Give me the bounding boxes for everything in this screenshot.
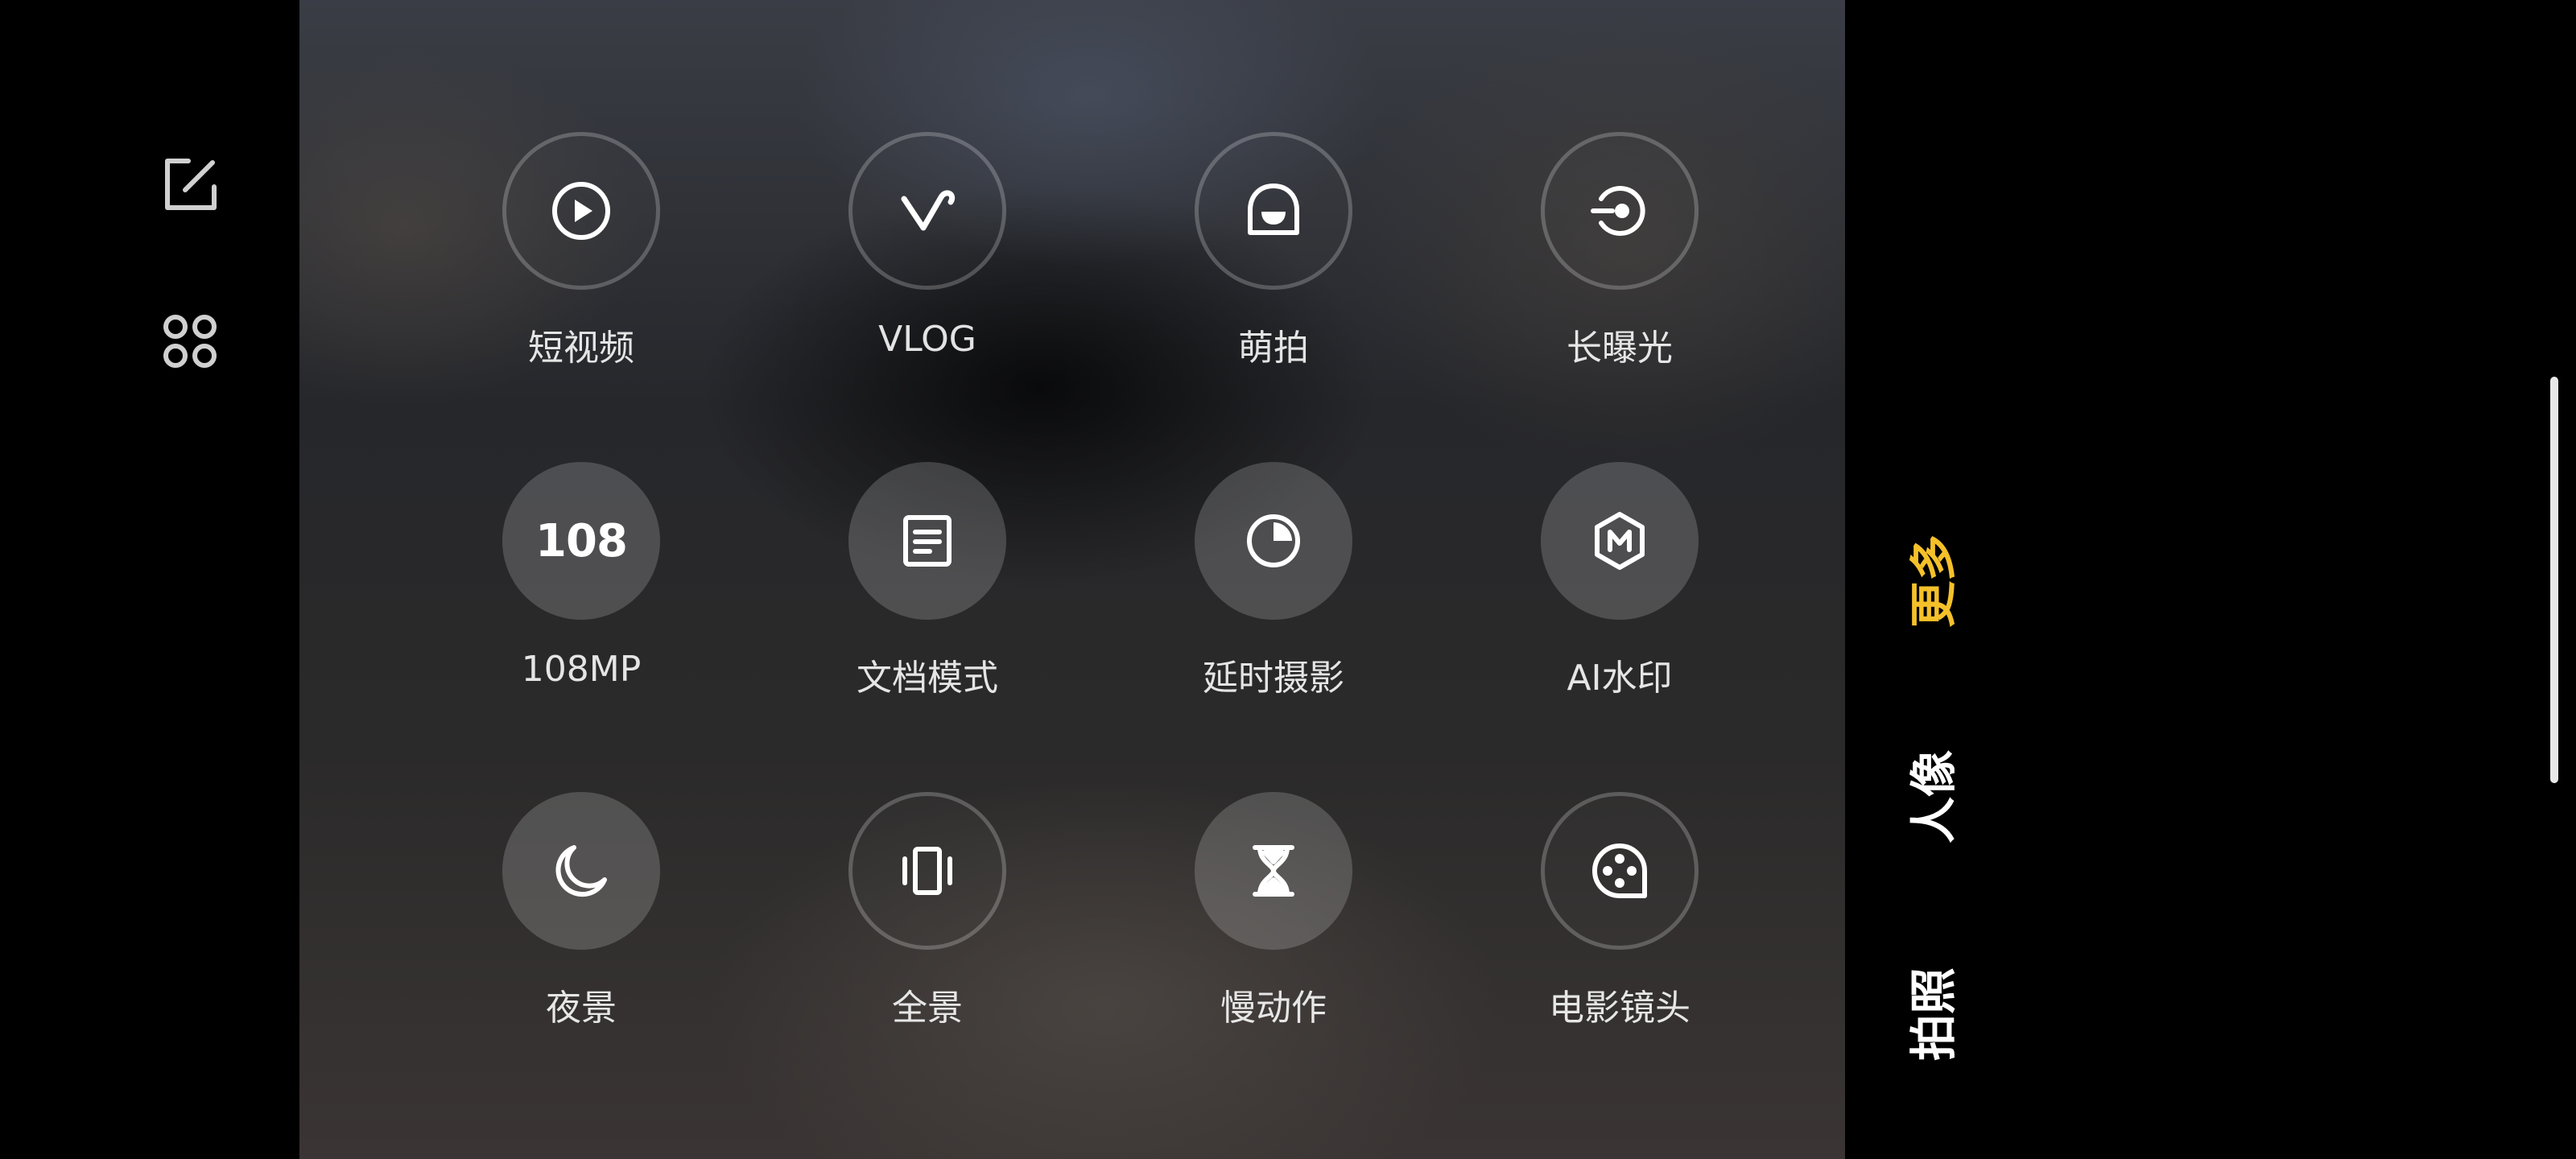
mode-ai-watermark[interactable]: AI水印	[1515, 462, 1724, 752]
mode-vlog[interactable]: VLOG	[823, 132, 1032, 422]
tab-portrait[interactable]: 人像	[1893, 740, 1966, 853]
mode-circle[interactable]	[848, 462, 1006, 620]
108-icon: 108	[535, 514, 628, 567]
mode-cinematic[interactable]: 电影镜头	[1515, 792, 1724, 1082]
long-exposure-icon	[1591, 186, 1645, 236]
mode-label: 萌拍	[1238, 328, 1309, 369]
tab-label: 更多	[1906, 534, 1962, 629]
mode-circle[interactable]: 108	[502, 462, 660, 620]
mode-label: 短视频	[528, 328, 634, 369]
play-icon	[552, 182, 610, 240]
mode-slow-motion[interactable]: 慢动作	[1169, 792, 1378, 1082]
mode-short-video[interactable]: 短视频	[477, 132, 686, 422]
mode-document[interactable]: 文档模式	[823, 462, 1032, 752]
mode-label: 夜景	[546, 988, 617, 1029]
mode-label: 108MP	[521, 649, 642, 690]
mode-night[interactable]: 夜景	[477, 792, 686, 1082]
panorama-icon	[902, 847, 952, 895]
tab-label: 人像	[1906, 749, 1962, 844]
mode-cute-shot[interactable]: 萌拍	[1169, 132, 1378, 422]
mode-circle[interactable]	[848, 132, 1006, 290]
mode-label: VLOG	[878, 319, 976, 360]
grid-icon[interactable]	[158, 309, 222, 373]
mode-label: 电影镜头	[1549, 988, 1690, 1029]
left-toolbar	[0, 0, 299, 1159]
mode-label: 全景	[892, 988, 963, 1029]
mode-circle[interactable]	[1195, 792, 1352, 950]
mode-label: 长曝光	[1567, 328, 1673, 369]
mode-long-exposure[interactable]: 长曝光	[1515, 132, 1724, 422]
mode-circle[interactable]	[1541, 792, 1699, 950]
mode-circle[interactable]	[1195, 132, 1352, 290]
mode-label: 文档模式	[857, 658, 998, 699]
timelapse-icon	[1247, 514, 1300, 567]
mode-circle[interactable]	[1195, 462, 1352, 620]
mode-circle[interactable]	[502, 792, 660, 950]
scroll-handle[interactable]	[2550, 377, 2558, 783]
edit-icon[interactable]	[158, 153, 222, 217]
vlog-icon	[901, 190, 955, 231]
mode-circle[interactable]	[1541, 462, 1699, 620]
mode-label: AI水印	[1567, 658, 1673, 699]
mode-circle[interactable]	[848, 792, 1006, 950]
moon-icon	[555, 845, 607, 897]
hourglass-icon	[1253, 845, 1294, 897]
film-reel-icon	[1592, 843, 1647, 898]
mode-circle[interactable]	[502, 132, 660, 290]
mode-label: 延时摄影	[1203, 658, 1344, 699]
face-icon	[1248, 184, 1299, 235]
mode-circle[interactable]	[1541, 132, 1699, 290]
watermark-icon	[1595, 512, 1645, 570]
mode-timelapse[interactable]: 延时摄影	[1169, 462, 1378, 752]
document-icon	[903, 515, 952, 567]
mode-panorama[interactable]: 全景	[823, 792, 1032, 1082]
tab-more[interactable]: 更多	[1893, 525, 1966, 637]
mode-108mp[interactable]: 108 108MP	[477, 462, 686, 752]
mode-label: 慢动作	[1220, 988, 1327, 1029]
tab-photo[interactable]: 拍照	[1893, 958, 1966, 1070]
mode-grid-panel: 短视频 VLOG 萌拍 长曝光 108 108MP 文档模式 延时摄影 AI水印…	[299, 0, 1845, 1159]
tab-label: 拍照	[1906, 967, 1962, 1062]
